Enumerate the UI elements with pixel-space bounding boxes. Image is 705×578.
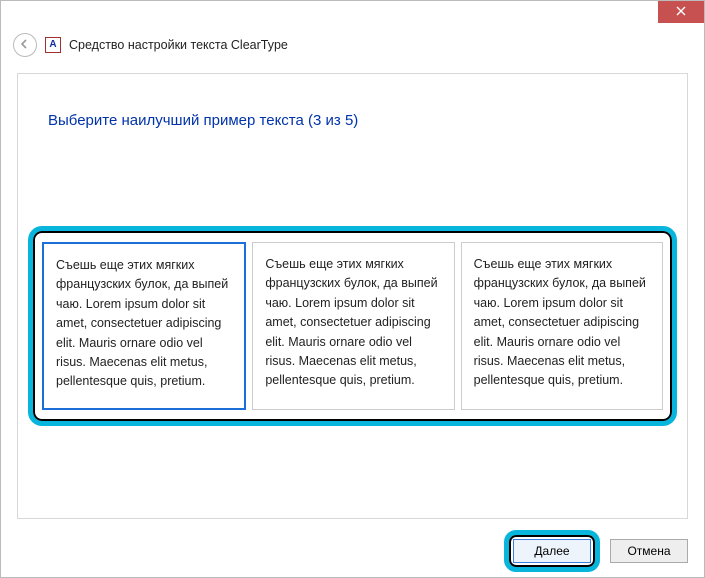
app-icon: A	[45, 37, 61, 53]
instruction-text: Выберите наилучший пример текста (3 из 5…	[48, 112, 687, 129]
window-title: Средство настройки текста ClearType	[69, 38, 288, 52]
close-button[interactable]	[658, 1, 704, 23]
footer-row: Далее Отмена	[1, 525, 704, 577]
next-button[interactable]: Далее	[513, 539, 591, 563]
back-button[interactable]	[13, 33, 37, 57]
text-sample-2[interactable]: Съешь еще этих мягких французских булок,…	[252, 242, 454, 410]
header-row: A Средство настройки текста ClearType	[1, 29, 704, 65]
samples-container: Съешь еще этих мягких французских булок,…	[38, 236, 667, 416]
close-icon	[676, 5, 686, 19]
cancel-button[interactable]: Отмена	[610, 539, 688, 563]
arrow-left-icon	[19, 38, 31, 53]
samples-highlight-ring: Съешь еще этих мягких французских булок,…	[28, 226, 677, 426]
app-icon-letter: A	[49, 40, 56, 50]
text-sample-3[interactable]: Съешь еще этих мягких французских булок,…	[461, 242, 663, 410]
next-button-highlight-ring: Далее	[504, 530, 600, 572]
content-panel: Выберите наилучший пример текста (3 из 5…	[17, 73, 688, 519]
text-sample-1[interactable]: Съешь еще этих мягких французских булок,…	[42, 242, 246, 410]
